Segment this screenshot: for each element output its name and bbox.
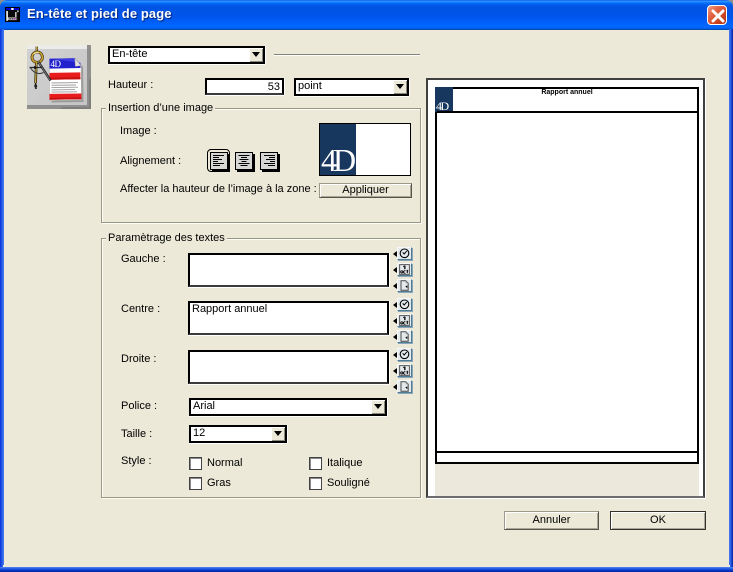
svg-text:4D: 4D	[51, 59, 62, 69]
